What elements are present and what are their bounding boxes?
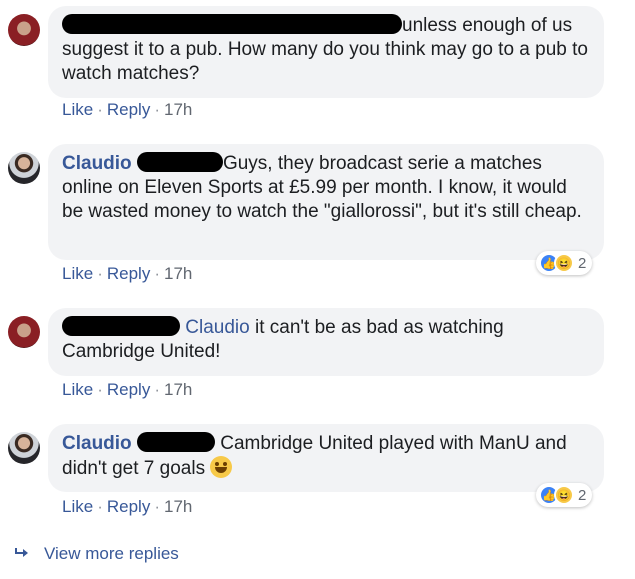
comment-bubble: Claudio it can't be as bad as watching C… (48, 308, 604, 376)
avatar[interactable] (8, 316, 40, 348)
like-link[interactable]: Like (62, 264, 93, 283)
like-link[interactable]: Like (62, 100, 93, 119)
comment-actions: Like · Reply · 17h (62, 380, 193, 399)
grinning-face-icon (210, 456, 233, 478)
timestamp[interactable]: 17h (164, 264, 192, 283)
timestamp[interactable]: 17h (164, 497, 192, 516)
reaction-count: 2 (578, 254, 587, 272)
comment-bubble: Claudio Guys, they broadcast serie a mat… (48, 144, 604, 260)
reactions-summary[interactable]: 👍 😆 2 (536, 251, 593, 275)
redacted-name (136, 432, 215, 452)
like-link[interactable]: Like (62, 380, 93, 399)
reactions-summary[interactable]: 👍 😆 2 (536, 483, 593, 507)
avatar[interactable] (8, 14, 40, 46)
view-more-label[interactable]: View more replies (44, 544, 179, 563)
mention-link[interactable]: Claudio (185, 317, 249, 338)
reply-arrow-icon (14, 544, 30, 564)
comment-actions: Like · Reply · 17h (62, 100, 193, 119)
avatar[interactable] (8, 152, 40, 184)
reply-link[interactable]: Reply (107, 497, 150, 516)
avatar[interactable] (8, 432, 40, 464)
view-more-replies[interactable]: View more replies (14, 544, 179, 564)
laughing-face-icon: 😆 (554, 485, 574, 505)
redacted-name (62, 316, 180, 336)
author-name[interactable]: Claudio (62, 153, 132, 174)
author-name[interactable]: Claudio (62, 433, 132, 454)
like-link[interactable]: Like (62, 497, 93, 516)
comment-bubble: Claudio Cambridge United played with Man… (48, 424, 604, 492)
laughing-face-icon: 😆 (554, 253, 574, 273)
comment-actions: Like · Reply · 17h (62, 497, 193, 516)
timestamp[interactable]: 17h (164, 100, 192, 119)
timestamp[interactable]: 17h (164, 380, 192, 399)
reply-link[interactable]: Reply (107, 264, 150, 283)
reaction-count: 2 (578, 486, 587, 504)
comment-bubble: unless enough of us suggest it to a pub.… (48, 6, 604, 98)
redacted-name (136, 152, 223, 172)
comment-actions: Like · Reply · 17h (62, 264, 193, 283)
reply-link[interactable]: Reply (107, 380, 150, 399)
reply-link[interactable]: Reply (107, 100, 150, 119)
redacted-name (62, 14, 402, 34)
